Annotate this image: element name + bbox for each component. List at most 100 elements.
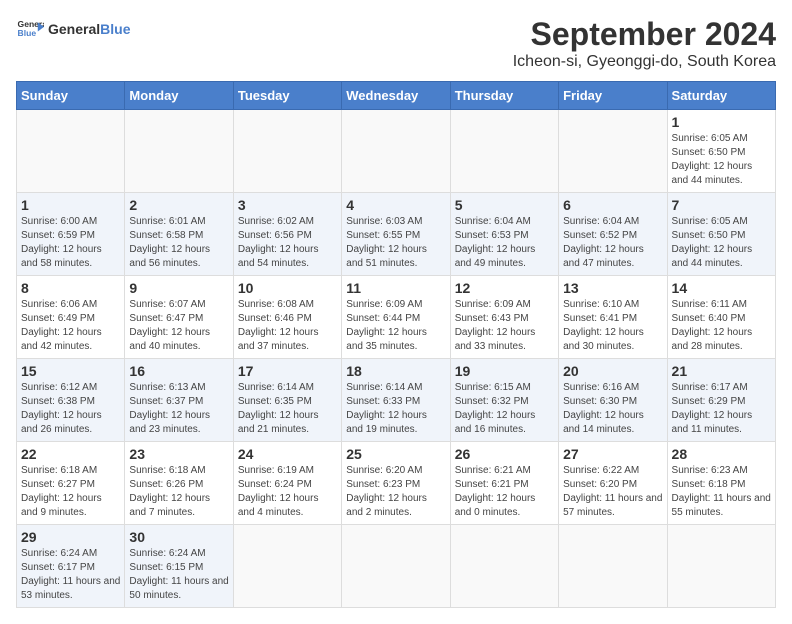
day-number: 2	[129, 197, 228, 213]
logo-text: GeneralBlue	[48, 22, 130, 37]
day-info: Sunrise: 6:16 AMSunset: 6:30 PMDaylight:…	[563, 381, 662, 437]
day-info: Sunrise: 6:17 AMSunset: 6:29 PMDaylight:…	[672, 381, 771, 437]
calendar-cell: 1 Sunrise: 6:05 AMSunset: 6:50 PMDayligh…	[667, 110, 775, 193]
day-number: 8	[21, 280, 120, 296]
day-info: Sunrise: 6:24 AMSunset: 6:17 PMDaylight:…	[21, 547, 120, 603]
day-info: Sunrise: 6:07 AMSunset: 6:47 PMDaylight:…	[129, 298, 228, 354]
day-number: 27	[563, 446, 662, 462]
day-number: 23	[129, 446, 228, 462]
svg-text:Blue: Blue	[18, 28, 37, 38]
calendar-week-5: 22 Sunrise: 6:18 AMSunset: 6:27 PMDaylig…	[17, 442, 776, 525]
calendar-week-6: 29 Sunrise: 6:24 AMSunset: 6:17 PMDaylig…	[17, 525, 776, 608]
calendar-cell	[125, 110, 233, 193]
calendar-cell: 16 Sunrise: 6:13 AMSunset: 6:37 PMDaylig…	[125, 359, 233, 442]
calendar-week-4: 15 Sunrise: 6:12 AMSunset: 6:38 PMDaylig…	[17, 359, 776, 442]
day-info: Sunrise: 6:22 AMSunset: 6:20 PMDaylight:…	[563, 464, 662, 520]
day-header-sunday: Sunday	[17, 82, 125, 110]
calendar-cell: 30 Sunrise: 6:24 AMSunset: 6:15 PMDaylig…	[125, 525, 233, 608]
day-number: 25	[346, 446, 445, 462]
day-number: 29	[21, 529, 120, 545]
calendar-cell	[342, 110, 450, 193]
day-info: Sunrise: 6:10 AMSunset: 6:41 PMDaylight:…	[563, 298, 662, 354]
day-number: 13	[563, 280, 662, 296]
day-number: 9	[129, 280, 228, 296]
calendar-cell	[450, 110, 558, 193]
calendar-cell	[233, 525, 341, 608]
day-number: 16	[129, 363, 228, 379]
day-header-tuesday: Tuesday	[233, 82, 341, 110]
day-number: 1	[21, 197, 120, 213]
calendar-cell: 10 Sunrise: 6:08 AMSunset: 6:46 PMDaylig…	[233, 276, 341, 359]
day-info: Sunrise: 6:21 AMSunset: 6:21 PMDaylight:…	[455, 464, 554, 520]
day-number: 30	[129, 529, 228, 545]
day-number: 24	[238, 446, 337, 462]
day-number: 3	[238, 197, 337, 213]
day-number: 18	[346, 363, 445, 379]
day-number: 12	[455, 280, 554, 296]
day-number: 10	[238, 280, 337, 296]
page-subtitle: Icheon-si, Gyeonggi-do, South Korea	[513, 53, 776, 71]
calendar-week-3: 8 Sunrise: 6:06 AMSunset: 6:49 PMDayligh…	[17, 276, 776, 359]
calendar-week-2: 1 Sunrise: 6:00 AMSunset: 6:59 PMDayligh…	[17, 193, 776, 276]
day-info: Sunrise: 6:13 AMSunset: 6:37 PMDaylight:…	[129, 381, 228, 437]
day-number: 14	[672, 280, 771, 296]
title-block: September 2024 Icheon-si, Gyeonggi-do, S…	[513, 16, 776, 71]
page-header: General Blue GeneralBlue September 2024 …	[16, 16, 776, 71]
calendar-cell: 26 Sunrise: 6:21 AMSunset: 6:21 PMDaylig…	[450, 442, 558, 525]
day-info: Sunrise: 6:18 AMSunset: 6:26 PMDaylight:…	[129, 464, 228, 520]
day-info: Sunrise: 6:05 AMSunset: 6:50 PMDaylight:…	[672, 215, 771, 271]
day-number: 19	[455, 363, 554, 379]
day-info: Sunrise: 6:14 AMSunset: 6:33 PMDaylight:…	[346, 381, 445, 437]
logo: General Blue GeneralBlue	[16, 16, 130, 44]
day-header-thursday: Thursday	[450, 82, 558, 110]
day-info: Sunrise: 6:04 AMSunset: 6:53 PMDaylight:…	[455, 215, 554, 271]
day-number: 6	[563, 197, 662, 213]
day-number: 21	[672, 363, 771, 379]
calendar-cell: 27 Sunrise: 6:22 AMSunset: 6:20 PMDaylig…	[559, 442, 667, 525]
day-info: Sunrise: 6:19 AMSunset: 6:24 PMDaylight:…	[238, 464, 337, 520]
calendar-cell: 22 Sunrise: 6:18 AMSunset: 6:27 PMDaylig…	[17, 442, 125, 525]
day-info: Sunrise: 6:23 AMSunset: 6:18 PMDaylight:…	[672, 464, 771, 520]
day-number: 20	[563, 363, 662, 379]
calendar-cell	[450, 525, 558, 608]
day-info: Sunrise: 6:20 AMSunset: 6:23 PMDaylight:…	[346, 464, 445, 520]
logo-icon: General Blue	[16, 16, 44, 44]
day-number: 15	[21, 363, 120, 379]
day-info: Sunrise: 6:04 AMSunset: 6:52 PMDaylight:…	[563, 215, 662, 271]
calendar-cell	[559, 110, 667, 193]
calendar-table: SundayMondayTuesdayWednesdayThursdayFrid…	[16, 81, 776, 608]
calendar-cell	[17, 110, 125, 193]
calendar-header-row: SundayMondayTuesdayWednesdayThursdayFrid…	[17, 82, 776, 110]
calendar-cell: 15 Sunrise: 6:12 AMSunset: 6:38 PMDaylig…	[17, 359, 125, 442]
day-info: Sunrise: 6:08 AMSunset: 6:46 PMDaylight:…	[238, 298, 337, 354]
day-number: 7	[672, 197, 771, 213]
day-info: Sunrise: 6:15 AMSunset: 6:32 PMDaylight:…	[455, 381, 554, 437]
day-info: Sunrise: 6:06 AMSunset: 6:49 PMDaylight:…	[21, 298, 120, 354]
day-info: Sunrise: 6:12 AMSunset: 6:38 PMDaylight:…	[21, 381, 120, 437]
calendar-cell: 20 Sunrise: 6:16 AMSunset: 6:30 PMDaylig…	[559, 359, 667, 442]
day-info: Sunrise: 6:00 AMSunset: 6:59 PMDaylight:…	[21, 215, 120, 271]
calendar-cell: 25 Sunrise: 6:20 AMSunset: 6:23 PMDaylig…	[342, 442, 450, 525]
calendar-week-1: 1 Sunrise: 6:05 AMSunset: 6:50 PMDayligh…	[17, 110, 776, 193]
day-info: Sunrise: 6:24 AMSunset: 6:15 PMDaylight:…	[129, 547, 228, 603]
day-info: Sunrise: 6:03 AMSunset: 6:55 PMDaylight:…	[346, 215, 445, 271]
calendar-cell: 28 Sunrise: 6:23 AMSunset: 6:18 PMDaylig…	[667, 442, 775, 525]
calendar-cell: 9 Sunrise: 6:07 AMSunset: 6:47 PMDayligh…	[125, 276, 233, 359]
calendar-cell: 13 Sunrise: 6:10 AMSunset: 6:41 PMDaylig…	[559, 276, 667, 359]
day-number: 4	[346, 197, 445, 213]
calendar-cell: 12 Sunrise: 6:09 AMSunset: 6:43 PMDaylig…	[450, 276, 558, 359]
day-header-monday: Monday	[125, 82, 233, 110]
day-header-wednesday: Wednesday	[342, 82, 450, 110]
day-header-saturday: Saturday	[667, 82, 775, 110]
day-header-friday: Friday	[559, 82, 667, 110]
day-info: Sunrise: 6:14 AMSunset: 6:35 PMDaylight:…	[238, 381, 337, 437]
day-info: Sunrise: 6:05 AMSunset: 6:50 PMDaylight:…	[672, 132, 771, 188]
day-number: 17	[238, 363, 337, 379]
calendar-cell: 23 Sunrise: 6:18 AMSunset: 6:26 PMDaylig…	[125, 442, 233, 525]
day-number: 26	[455, 446, 554, 462]
calendar-cell: 1 Sunrise: 6:00 AMSunset: 6:59 PMDayligh…	[17, 193, 125, 276]
calendar-cell: 2 Sunrise: 6:01 AMSunset: 6:58 PMDayligh…	[125, 193, 233, 276]
calendar-cell: 4 Sunrise: 6:03 AMSunset: 6:55 PMDayligh…	[342, 193, 450, 276]
day-number: 1	[672, 114, 771, 130]
day-number: 5	[455, 197, 554, 213]
